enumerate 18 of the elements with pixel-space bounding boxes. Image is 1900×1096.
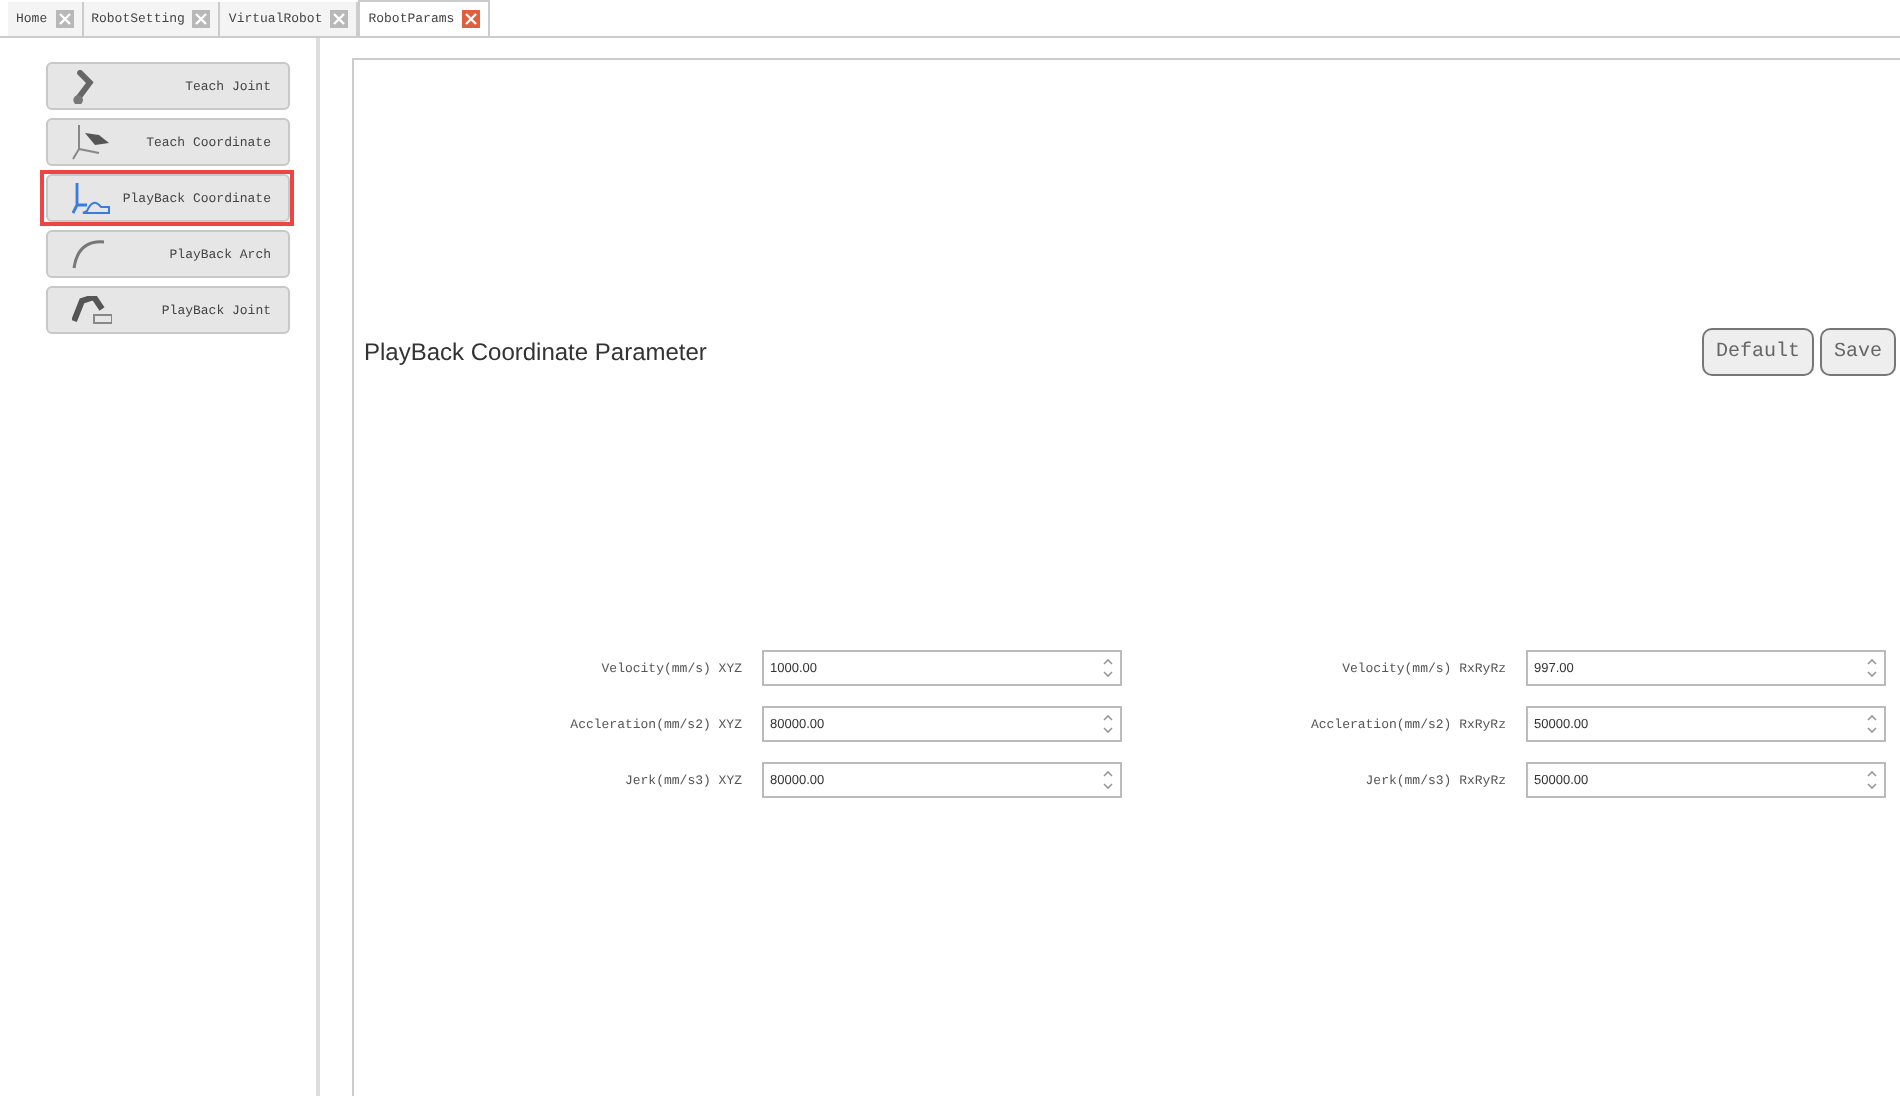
- close-icon[interactable]: [55, 9, 74, 27]
- spinner-icon[interactable]: [1866, 714, 1878, 734]
- close-icon[interactable]: [330, 9, 349, 27]
- robot-arm-icon: [71, 182, 109, 214]
- close-icon[interactable]: [192, 9, 211, 27]
- robot-arm-icon: [71, 69, 93, 103]
- panel-title: PlayBack Coordinate Parameter: [364, 338, 707, 366]
- spinner-icon[interactable]: [1102, 658, 1114, 678]
- robot-arm-icon: [71, 124, 109, 160]
- arc-icon: [71, 239, 105, 269]
- spinner-icon[interactable]: [1102, 770, 1114, 790]
- spinner-icon[interactable]: [1102, 714, 1114, 734]
- panel-button[interactable]: Save: [1819, 328, 1896, 376]
- close-icon[interactable]: [462, 10, 481, 28]
- spinner-icon[interactable]: [1866, 658, 1878, 678]
- spinner-icon[interactable]: [1866, 770, 1878, 790]
- panel-button[interactable]: Default: [1701, 328, 1814, 376]
- robot-arm-icon: [71, 296, 111, 324]
